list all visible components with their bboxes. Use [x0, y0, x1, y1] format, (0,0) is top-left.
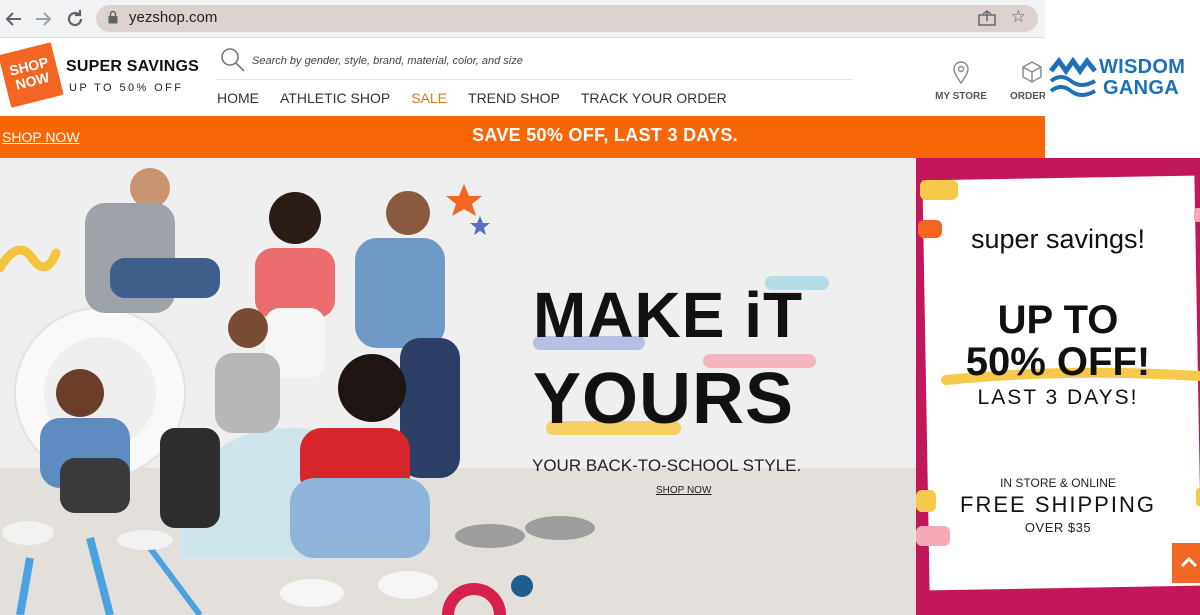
hero-subtitle: YOUR BACK-TO-SCHOOL STYLE. — [532, 456, 802, 475]
search-input[interactable] — [252, 50, 850, 72]
shop-now-logo[interactable]: SHOP NOW — [0, 42, 64, 108]
promo-shop-now-link[interactable]: SHOP NOW — [2, 129, 80, 145]
box-icon — [1022, 61, 1042, 83]
browser-toolbar: yezshop.com ☆ — [0, 0, 1045, 38]
watermark-line2: GANGA — [1103, 77, 1179, 99]
chevron-up-icon — [1180, 556, 1198, 568]
page-root: yezshop.com ☆ SHOP NOW SUPER SAVINGS UP … — [0, 0, 1200, 615]
search-underline — [216, 79, 852, 80]
promo-message: SAVE 50% OFF, LAST 3 DAYS. — [472, 125, 738, 145]
back-button[interactable] — [2, 7, 26, 31]
url-text: yezshop.com — [129, 9, 218, 26]
side-ad-panel[interactable]: super savings! UP TO 50% OFF! LAST 3 DAY… — [916, 158, 1200, 615]
bookmark-star-icon[interactable]: ☆ — [1011, 7, 1026, 27]
forward-button[interactable] — [31, 7, 55, 31]
share-icon[interactable] — [978, 10, 996, 26]
watermark-wave-icon — [1049, 56, 1097, 97]
location-pin-icon — [953, 61, 969, 84]
hero-banner[interactable]: MAKE iT YOURS YOUR BACK-TO-SCHOOL STYLE.… — [0, 158, 916, 615]
nav-trend-shop[interactable]: TREND SHOP — [468, 90, 560, 106]
watermark-logo: WISDOM GANGA — [1045, 38, 1200, 118]
nav-athletic-shop[interactable]: ATHLETIC SHOP — [280, 90, 390, 106]
hero-title-line1: MAKE iT — [533, 279, 804, 351]
my-store-label: MY STORE — [935, 91, 987, 102]
arrow-left-icon — [5, 12, 21, 26]
tagline-main: SUPER SAVINGS — [66, 58, 199, 75]
site-header: SHOP NOW SUPER SAVINGS UP TO 50% OFF HOM… — [0, 38, 1046, 116]
nav-track-order[interactable]: TRACK YOUR ORDER — [581, 90, 727, 106]
ad-50-off: 50% OFF! — [965, 340, 1151, 384]
ad-super-savings: super savings! — [970, 224, 1146, 254]
reload-icon — [67, 10, 83, 27]
tagline-sub: UP TO 50% OFF — [69, 82, 184, 94]
search-icon[interactable] — [220, 47, 246, 73]
scroll-to-top-button[interactable] — [1172, 543, 1200, 583]
hero-shop-now-link[interactable]: SHOP NOW — [656, 485, 711, 496]
lock-icon — [108, 10, 118, 24]
hero-title-line2: YOURS — [533, 359, 795, 439]
watermark-line1: WISDOM — [1099, 56, 1186, 78]
arrow-right-icon — [36, 12, 52, 26]
main-nav: HOME ATHLETIC SHOP SALE TREND SHOP TRACK… — [217, 90, 748, 106]
ad-last-3-days: LAST 3 DAYS! — [977, 386, 1139, 409]
ad-over-35: OVER $35 — [1024, 520, 1092, 535]
ad-free-shipping: FREE SHIPPING — [960, 492, 1156, 517]
reload-button[interactable] — [63, 7, 87, 31]
address-bar[interactable]: yezshop.com ☆ — [96, 5, 1038, 32]
nav-sale[interactable]: SALE — [411, 90, 447, 106]
nav-home[interactable]: HOME — [217, 90, 259, 106]
my-store-button[interactable]: MY STORE — [928, 60, 994, 102]
promo-banner: SAVE 50% OFF, LAST 3 DAYS. SHOP NOW — [0, 116, 1045, 158]
ad-up-to: UP TO — [997, 298, 1119, 342]
ad-in-store-online: IN STORE & ONLINE — [1000, 476, 1116, 490]
